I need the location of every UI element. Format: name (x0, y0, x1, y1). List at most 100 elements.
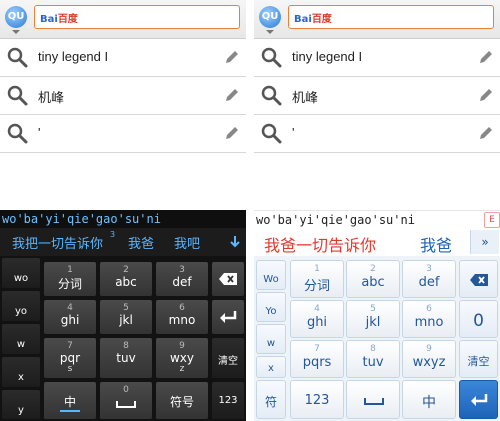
corner-badge: E (484, 212, 500, 228)
down-arrow-icon[interactable] (229, 235, 241, 249)
key-digit: 9 (426, 344, 432, 354)
key-label: ghi (60, 313, 80, 327)
backspace-key[interactable] (459, 260, 498, 298)
pencil-icon[interactable] (478, 125, 494, 141)
clear-key[interactable]: 清空 (212, 338, 244, 378)
key-label: 中 (422, 395, 436, 411)
key-5[interactable]: 5 jkl (100, 300, 152, 334)
suggestion-row[interactable]: 机峰 (254, 77, 500, 115)
key-4[interactable]: 4 ghi (44, 300, 96, 334)
numeric-key[interactable]: 123 (212, 382, 244, 419)
key-label: w (266, 338, 276, 349)
key-1[interactable]: 1 分词 (290, 260, 344, 298)
key-digit: 8 (123, 341, 129, 351)
key-label: tuv (116, 351, 136, 365)
symbol-key[interactable]: 符号 (156, 382, 208, 419)
key-digit: 1 (67, 265, 73, 275)
pinyin-option-key[interactable]: x (2, 357, 40, 387)
space-icon (364, 398, 384, 405)
composition-text: wo'ba'yi'qie'gao'su'ni (0, 210, 246, 228)
symbol-key[interactable]: 符 (256, 380, 286, 419)
key-digit: 7 (314, 344, 320, 354)
key-7[interactable]: 7pqrs (290, 340, 344, 378)
search-engine-icon[interactable]: QU (5, 6, 27, 28)
key-3[interactable]: 3 def (156, 262, 208, 296)
suggestion-row[interactable]: tiny legend I (254, 39, 500, 77)
key-9[interactable]: 9wxyz (156, 338, 208, 378)
search-engine-icon[interactable]: QU (259, 6, 281, 28)
pinyin-option-key[interactable]: y (2, 390, 40, 419)
suggestion-row[interactable]: ' (0, 115, 246, 153)
key-label: Wo (263, 274, 279, 285)
chinese-mode-key[interactable]: 中 (402, 380, 456, 419)
key-4[interactable]: 4 ghi (290, 300, 344, 338)
key-5[interactable]: 5 jkl (346, 300, 400, 338)
pinyin-option-key[interactable]: wo (2, 258, 40, 288)
key-6[interactable]: 6 mno (402, 300, 456, 338)
key-digit: 4 (67, 303, 73, 313)
key-1[interactable]: 1 分词 (44, 262, 96, 296)
candidate[interactable]: 我爸一切告诉你 (264, 232, 376, 256)
candidate[interactable]: 我把一切告诉你 (12, 233, 103, 252)
key-label: mno (414, 315, 444, 330)
more-candidates-button[interactable]: » (470, 230, 499, 254)
pinyin-option-key[interactable]: Yo (256, 292, 286, 322)
key-digit: 2 (370, 264, 376, 274)
enter-key[interactable] (459, 380, 498, 419)
key-label-extra: s (67, 364, 73, 374)
key-8[interactable]: 8 tuv (100, 338, 152, 378)
key-label: 123 (304, 393, 330, 408)
numeric-key[interactable]: 123 (290, 380, 344, 419)
space-key[interactable]: 0 (100, 382, 152, 419)
chinese-mode-key[interactable]: 中 (44, 382, 96, 419)
search-icon (261, 47, 282, 68)
key-6[interactable]: 6 mno (156, 300, 208, 334)
backspace-icon (219, 273, 237, 285)
left-screenshot: QU Bai百度 tiny legend I 机峰 ' wo'ba'yi'qie… (0, 0, 246, 421)
engine-dropdown-caret-icon[interactable] (12, 30, 20, 34)
active-indicator (60, 410, 80, 412)
pencil-icon[interactable] (224, 125, 240, 141)
backspace-key[interactable] (212, 262, 244, 296)
search-input[interactable]: Bai百度 (34, 5, 240, 29)
search-icon (7, 47, 28, 68)
pinyin-option-key[interactable]: yo (2, 291, 40, 321)
key-2[interactable]: 2 abc (100, 262, 152, 296)
key-label: jkl (365, 315, 381, 330)
key-label: tuv (362, 355, 384, 370)
zero-key[interactable]: 0 (459, 300, 498, 338)
pencil-icon[interactable] (478, 87, 494, 103)
suggestion-row[interactable]: tiny legend I (0, 39, 246, 77)
key-digit: 5 (123, 303, 129, 313)
key-digit: 0 (123, 385, 129, 395)
suggestion-row[interactable]: ' (254, 115, 500, 153)
pencil-icon[interactable] (478, 49, 494, 65)
key-label: jkl (119, 313, 133, 327)
key-3[interactable]: 3 def (402, 260, 456, 298)
pencil-icon[interactable] (224, 49, 240, 65)
search-input[interactable]: Bai百度 (288, 5, 494, 29)
key-label: wxy (169, 351, 195, 365)
candidate[interactable]: 我爸 (420, 232, 452, 256)
suggestion-row[interactable]: 机峰 (0, 77, 246, 115)
key-digit: 4 (314, 304, 320, 314)
space-key[interactable] (346, 380, 400, 419)
pinyin-option-key[interactable]: Wo (256, 260, 286, 290)
pencil-icon[interactable] (224, 87, 240, 103)
enter-key[interactable] (212, 300, 244, 334)
key-2[interactable]: 2 abc (346, 260, 400, 298)
suggestion-text: tiny legend I (292, 49, 363, 64)
key-digit: 6 (426, 304, 432, 314)
candidate[interactable]: 我吧 (174, 233, 200, 252)
pinyin-option-key[interactable]: w (256, 324, 286, 354)
pinyin-option-key[interactable]: w (2, 324, 40, 354)
key-7[interactable]: 7pqrs (44, 338, 96, 378)
suggestion-text: 机峰 (292, 90, 319, 105)
key-9[interactable]: 9wxyz (402, 340, 456, 378)
key-label: pqrs (302, 355, 332, 370)
candidate[interactable]: 我爸 (128, 233, 154, 252)
key-8[interactable]: 8 tuv (346, 340, 400, 378)
engine-dropdown-caret-icon[interactable] (266, 30, 274, 34)
clear-key[interactable]: 清空 (459, 340, 498, 378)
pinyin-option-key[interactable]: x (256, 356, 286, 378)
